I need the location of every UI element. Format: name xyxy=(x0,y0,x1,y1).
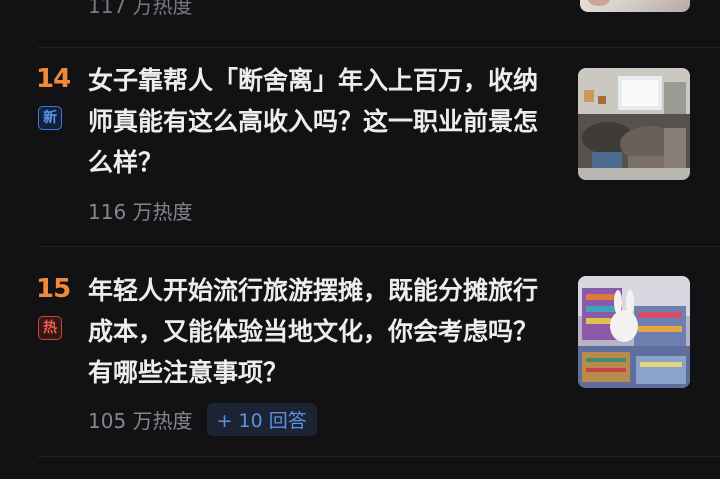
divider xyxy=(38,456,720,457)
item-thumbnail[interactable] xyxy=(578,68,690,180)
divider xyxy=(38,246,720,247)
divider xyxy=(38,47,720,48)
rank-number: 15 xyxy=(36,274,71,304)
heat-count: 117 万热度 xyxy=(88,0,193,18)
item-thumbnail[interactable] xyxy=(580,0,690,12)
item-thumbnail[interactable] xyxy=(578,276,690,388)
item-title[interactable]: 年轻人开始流行旅游摆摊，既能分摊旅行成本，又能体验当地文化，你会考虑吗？有哪些注… xyxy=(88,270,558,393)
item-title[interactable]: 女子靠帮人「断舍离」年入上百万，收纳师真能有这么高收入吗？这一职业前景怎么样？ xyxy=(88,60,558,183)
heat-count: 105 万热度 xyxy=(88,409,193,433)
rank-number: 14 xyxy=(36,64,71,94)
answers-count-chip[interactable]: + 10 回答 xyxy=(206,403,317,436)
new-badge: 新 xyxy=(38,106,62,130)
hot-badge: 热 xyxy=(38,316,62,340)
hot-list-item[interactable]: 117 万热度 xyxy=(0,0,720,40)
heat-count: 116 万热度 xyxy=(88,200,193,224)
